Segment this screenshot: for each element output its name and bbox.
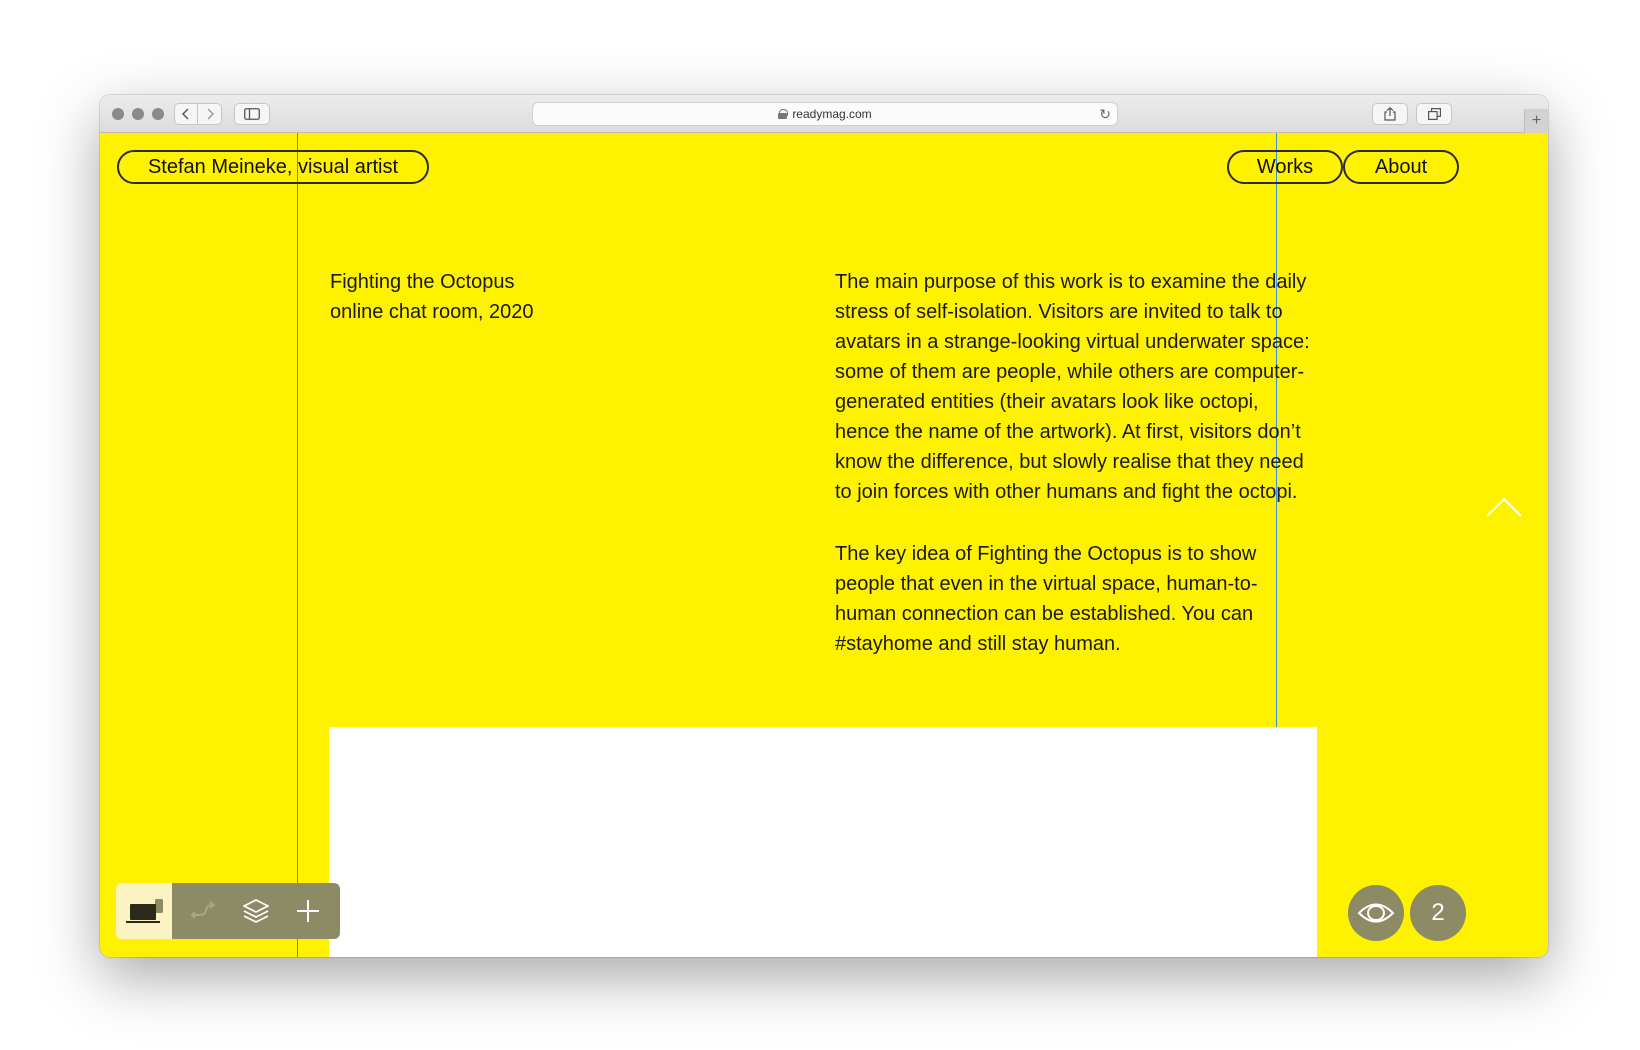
tabs-icon bbox=[1427, 108, 1441, 120]
nav-works-label: Works bbox=[1256, 155, 1314, 178]
redirect-button[interactable] bbox=[184, 891, 224, 931]
back-button[interactable] bbox=[174, 103, 198, 125]
preview-button[interactable] bbox=[1348, 885, 1404, 941]
chevron-left-icon bbox=[182, 108, 189, 120]
editor-tools-group bbox=[172, 883, 340, 939]
minimize-window-button[interactable] bbox=[132, 108, 144, 120]
page-number: 2 bbox=[1431, 899, 1445, 926]
url-text: readymag.com bbox=[792, 107, 872, 121]
site-title: Stefan Meineke, visual artist bbox=[147, 155, 399, 178]
sidebar-icon bbox=[244, 108, 260, 120]
device-view-button[interactable] bbox=[116, 883, 172, 939]
nav-about-button[interactable]: About bbox=[1343, 150, 1459, 184]
artwork-description: The main purpose of this work is to exam… bbox=[835, 267, 1315, 659]
tabs-overview-button[interactable] bbox=[1416, 103, 1452, 125]
site-title-button[interactable]: Stefan Meineke, visual artist bbox=[117, 150, 429, 184]
description-paragraph-2: The key idea of Fighting the Octopus is … bbox=[835, 543, 1258, 655]
sidebar-toggle-button[interactable] bbox=[234, 103, 270, 125]
nav-about-label: About bbox=[1374, 155, 1428, 178]
page-number-button[interactable]: 2 bbox=[1410, 885, 1466, 941]
close-window-button[interactable] bbox=[112, 108, 124, 120]
add-widget-button[interactable] bbox=[288, 891, 328, 931]
share-icon bbox=[1384, 107, 1396, 121]
layout-guide-left[interactable] bbox=[297, 133, 298, 957]
nav-works-button[interactable]: Works bbox=[1227, 150, 1343, 184]
scroll-to-top-chevron-up-icon[interactable] bbox=[1486, 497, 1522, 517]
lock-icon bbox=[778, 109, 789, 119]
address-bar[interactable]: readymag.com ↻ bbox=[532, 102, 1118, 126]
share-button[interactable] bbox=[1372, 103, 1408, 125]
zoom-window-button[interactable] bbox=[152, 108, 164, 120]
artwork-subtitle: online chat room, 2020 bbox=[330, 301, 534, 323]
plus-icon: + bbox=[1531, 112, 1542, 129]
browser-window: readymag.com ↻ + Stefan Meineke, visual … bbox=[100, 95, 1548, 957]
browser-titlebar: readymag.com ↻ + bbox=[100, 95, 1548, 133]
laptop-icon bbox=[126, 899, 163, 923]
eye-icon bbox=[1357, 903, 1395, 923]
reload-icon[interactable]: ↻ bbox=[1099, 106, 1111, 123]
artwork-media-block bbox=[329, 727, 1317, 957]
layers-button[interactable] bbox=[236, 891, 276, 931]
plus-icon bbox=[297, 900, 319, 922]
editor-toolbar bbox=[116, 883, 340, 939]
forward-button[interactable] bbox=[198, 103, 222, 125]
page-viewport: Stefan Meineke, visual artist Works Abou… bbox=[100, 133, 1548, 957]
artwork-caption: Fighting the Octopus online chat room, 2… bbox=[330, 267, 533, 327]
artwork-title: Fighting the Octopus bbox=[330, 271, 515, 293]
new-tab-button[interactable]: + bbox=[1524, 109, 1548, 133]
layers-icon bbox=[243, 899, 269, 923]
redirect-arrow-icon bbox=[190, 901, 216, 919]
chevron-right-icon bbox=[206, 108, 214, 120]
description-paragraph-1: The main purpose of this work is to exam… bbox=[835, 271, 1310, 503]
